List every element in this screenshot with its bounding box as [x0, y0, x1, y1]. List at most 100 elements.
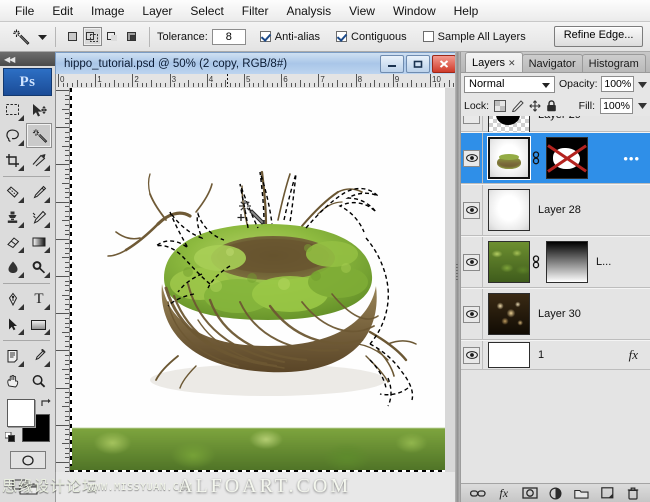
- layer-visibility-toggle[interactable]: [461, 237, 483, 287]
- menu-item-layer[interactable]: Layer: [133, 2, 181, 20]
- delete-layer-icon[interactable]: [624, 485, 642, 501]
- subtract-from-selection-button[interactable]: [103, 27, 122, 46]
- tolerance-input[interactable]: 8: [211, 28, 246, 45]
- layer-mask-thumbnail[interactable]: [546, 137, 588, 179]
- lock-all-icon[interactable]: [546, 99, 557, 112]
- tab-layers[interactable]: Layers ✕: [465, 52, 523, 72]
- layer-thumbnail[interactable]: [488, 189, 530, 231]
- eye-icon[interactable]: [463, 201, 480, 219]
- add-layer-mask-icon[interactable]: [521, 485, 539, 501]
- layer-visibility-toggle[interactable]: [461, 133, 483, 183]
- layer-name[interactable]: L...: [596, 256, 611, 268]
- eye-icon-off[interactable]: [463, 116, 480, 124]
- lasso-tool[interactable]: [0, 123, 26, 148]
- eye-icon[interactable]: [463, 346, 480, 364]
- close-button[interactable]: [432, 54, 456, 73]
- close-icon[interactable]: ✕: [508, 54, 516, 72]
- foreground-color-swatch[interactable]: [6, 399, 35, 427]
- slice-tool[interactable]: [26, 148, 52, 173]
- dodge-tool[interactable]: [26, 255, 52, 280]
- layer-name[interactable]: Layer 29: [538, 116, 581, 121]
- chevron-down-icon[interactable]: [541, 82, 550, 88]
- vertical-ruler[interactable]: [55, 88, 69, 472]
- canvas[interactable]: [69, 88, 445, 472]
- layer-visibility-toggle[interactable]: [461, 116, 483, 131]
- history-brush-tool[interactable]: [26, 205, 52, 230]
- layer-thumbnail[interactable]: [488, 342, 530, 368]
- layer-thumbnail[interactable]: [488, 293, 530, 335]
- eye-icon[interactable]: [463, 149, 480, 167]
- clone-stamp-tool[interactable]: [0, 205, 26, 230]
- new-layer-icon[interactable]: [598, 485, 616, 501]
- horizontal-ruler[interactable]: 0 1 2 3 4 5 6 7 8 9 10: [55, 74, 460, 88]
- layer-row[interactable]: Layer 29: [461, 116, 650, 136]
- intersect-selection-button[interactable]: [123, 27, 142, 46]
- link-mask-icon[interactable]: [530, 255, 542, 269]
- swap-colors-icon[interactable]: [40, 398, 51, 409]
- layer-row[interactable]: 1 fx: [461, 340, 650, 370]
- lock-transparent-pixels-icon[interactable]: [494, 99, 507, 112]
- magic-wand-icon[interactable]: [6, 25, 36, 49]
- layer-name[interactable]: Layer 28: [538, 204, 581, 216]
- default-colors-icon[interactable]: [4, 432, 16, 443]
- gradient-tool[interactable]: [26, 230, 52, 255]
- document-title-bar[interactable]: hippo_tutorial.psd @ 50% (2 copy, RGB/8#…: [55, 52, 460, 74]
- layer-row[interactable]: L...: [461, 236, 650, 288]
- crop-tool[interactable]: [0, 148, 26, 173]
- patch-tool[interactable]: [0, 180, 26, 205]
- menu-item-window[interactable]: Window: [384, 2, 445, 20]
- menu-item-select[interactable]: Select: [181, 2, 232, 20]
- eyedropper-tool[interactable]: [26, 344, 52, 369]
- fill-slider-arrow-icon[interactable]: [638, 101, 647, 110]
- menu-item-image[interactable]: Image: [82, 2, 133, 20]
- tab-navigator[interactable]: Navigator: [521, 54, 583, 72]
- link-layers-icon[interactable]: [469, 485, 487, 501]
- layer-row[interactable]: Layer 28: [461, 184, 650, 236]
- contiguous-checkbox[interactable]: Contiguous: [336, 31, 411, 43]
- sample-all-layers-checkbox[interactable]: Sample All Layers: [422, 31, 530, 43]
- horizontal-type-tool[interactable]: T: [26, 287, 52, 312]
- layer-visibility-toggle[interactable]: [461, 185, 483, 235]
- layer-effects-icon[interactable]: fx: [629, 347, 638, 363]
- new-group-icon[interactable]: [572, 485, 590, 501]
- link-mask-icon[interactable]: [530, 151, 542, 165]
- toolbox-collapse-button[interactable]: ◀◀: [0, 52, 55, 66]
- refine-edge-button[interactable]: Refine Edge...: [553, 26, 644, 47]
- fill-input[interactable]: 100%: [600, 97, 633, 114]
- rectangular-marquee-tool[interactable]: [0, 98, 26, 123]
- anti-alias-checkbox-box[interactable]: [259, 31, 271, 42]
- menu-item-edit[interactable]: Edit: [43, 2, 82, 20]
- layer-visibility-toggle[interactable]: [461, 289, 483, 339]
- zoom-tool[interactable]: [26, 369, 52, 394]
- brush-tool[interactable]: [26, 180, 52, 205]
- pen-tool[interactable]: [0, 287, 26, 312]
- layer-list[interactable]: Layer 29: [461, 116, 650, 483]
- opacity-input[interactable]: 100%: [601, 76, 635, 92]
- lock-image-pixels-icon[interactable]: [511, 99, 524, 112]
- new-adjustment-layer-icon[interactable]: [546, 485, 564, 501]
- rectangle-tool[interactable]: [26, 312, 52, 337]
- tool-preset-chevron-icon[interactable]: [36, 25, 48, 49]
- new-selection-button[interactable]: [63, 27, 82, 46]
- blur-tool[interactable]: [0, 255, 26, 280]
- path-selection-tool[interactable]: [0, 312, 26, 337]
- tab-histogram[interactable]: Histogram: [581, 54, 646, 72]
- layer-row-selected[interactable]: •••: [461, 132, 650, 184]
- layer-name[interactable]: Layer 30: [538, 308, 581, 320]
- magic-wand-tool[interactable]: [26, 123, 52, 148]
- contiguous-checkbox-box[interactable]: [336, 31, 348, 42]
- minimize-button[interactable]: [380, 54, 404, 73]
- menu-item-help[interactable]: Help: [445, 2, 488, 20]
- restore-button[interactable]: [406, 54, 430, 73]
- eye-icon[interactable]: [463, 305, 480, 323]
- menu-item-analysis[interactable]: Analysis: [277, 2, 340, 20]
- notes-tool[interactable]: [0, 344, 26, 369]
- layer-mask-thumbnail[interactable]: [546, 241, 588, 283]
- layer-thumbnail[interactable]: [488, 241, 530, 283]
- eye-icon[interactable]: [463, 253, 480, 271]
- menu-item-filter[interactable]: Filter: [233, 2, 278, 20]
- add-layer-style-icon[interactable]: fx: [495, 485, 513, 501]
- blend-mode-select[interactable]: Normal: [464, 75, 555, 93]
- add-to-selection-button[interactable]: [83, 27, 102, 46]
- opacity-slider-arrow-icon[interactable]: [638, 80, 647, 89]
